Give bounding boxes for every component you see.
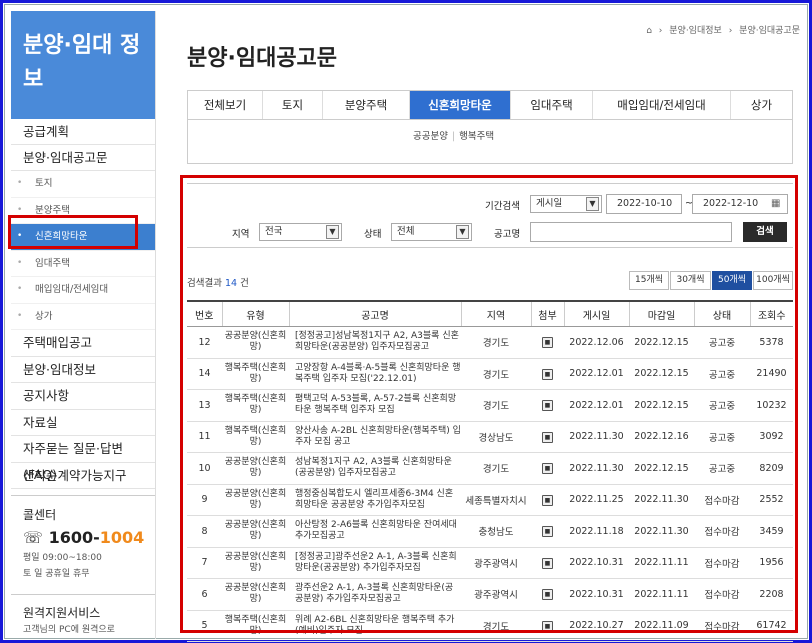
sidebar-subitem-commercial[interactable]: • 상가 bbox=[11, 304, 155, 330]
sidebar-subitem-label: 분양주택 bbox=[35, 204, 70, 216]
call-number-part-b: 1004 bbox=[99, 528, 145, 547]
sub-tabs-list: 공공분양 | 행복주택 bbox=[413, 128, 494, 142]
sidebar-item-first-come[interactable]: 선착순계약가능지구 bbox=[11, 463, 155, 489]
sidebar-hero: 분양·임대 정보 bbox=[11, 11, 155, 119]
sidebar-subitem-purchase-rental[interactable]: • 매입임대/전세임대 bbox=[11, 277, 155, 304]
breadcrumb-item[interactable]: 분양·임대공고문 bbox=[739, 26, 800, 36]
bullet-icon: • bbox=[17, 284, 23, 294]
call-center-title: 콜센터 bbox=[23, 508, 57, 522]
call-number-part-a: 1600- bbox=[48, 528, 100, 547]
tab-rental-housing[interactable]: 임대주택 bbox=[511, 91, 593, 119]
sidebar: 분양·임대 정보 공급계획 분양·임대공고문 • 토지 • 분양주택 • 신혼희망타운… bbox=[11, 11, 156, 639]
call-center: 콜센터 ☏ 1600-1004 평일 09:00~18:00 토 일 공휴일 휴… bbox=[11, 495, 155, 582]
tab-purchase-rental[interactable]: 매입임대/전세임대 bbox=[593, 91, 731, 119]
tab-newlywed-town[interactable]: 신혼희망타운 bbox=[410, 91, 511, 119]
sidebar-subitem-label: 임대주택 bbox=[35, 257, 70, 269]
call-center-number: ☏ 1600-1004 bbox=[11, 526, 155, 550]
sidebar-item-supply-plan[interactable]: 공급계획 bbox=[11, 119, 155, 145]
sub-tabs: 공공분양 | 행복주택 bbox=[187, 120, 793, 164]
remote-support-desc: 고객님의 PC에 원격으로 bbox=[23, 625, 115, 635]
call-center-hours: 평일 09:00~18:00 bbox=[23, 553, 102, 563]
phone-icon: ☏ bbox=[23, 528, 49, 547]
remote-support[interactable]: 원격지원서비스 고객님의 PC에 원격으로 bbox=[11, 594, 155, 637]
page-title: 분양·임대공고문 bbox=[187, 46, 338, 71]
sidebar-item-faq[interactable]: 자주묻는 질문·답변(FAQ) bbox=[11, 436, 155, 482]
sidebar-menu: 공급계획 분양·임대공고문 • 토지 • 분양주택 • 신혼희망타운 • 임대주택 • 매… bbox=[11, 119, 155, 489]
chevron-right-icon: › bbox=[658, 26, 663, 36]
highlight-box-sidebar bbox=[8, 215, 138, 249]
tab-sale-housing[interactable]: 분양주택 bbox=[323, 91, 410, 119]
sidebar-item-notices[interactable]: 공지사항 bbox=[11, 383, 155, 410]
chevron-right-icon: › bbox=[728, 26, 733, 36]
sidebar-subitem-label: 매입임대/전세임대 bbox=[35, 284, 109, 295]
remote-support-title: 원격지원서비스 bbox=[23, 606, 101, 620]
sidebar-title: 분양·임대 정보 bbox=[23, 33, 141, 92]
sidebar-subitem-label: 상가 bbox=[35, 310, 53, 322]
subtab-public-sale[interactable]: 공공분양 bbox=[413, 131, 448, 142]
call-center-holiday-note: 토 일 공휴일 휴무 bbox=[23, 569, 90, 579]
bullet-icon: • bbox=[17, 310, 23, 321]
home-icon[interactable]: ⌂ bbox=[646, 26, 652, 36]
tab-all[interactable]: 전체보기 bbox=[188, 91, 263, 119]
subtab-divider: | bbox=[451, 131, 456, 142]
category-tabs: 전체보기 토지 분양주택 신혼희망타운 임대주택 매입임대/전세임대 상가 bbox=[187, 90, 793, 120]
sidebar-item-housing-purchase[interactable]: 주택매입공고 bbox=[11, 330, 155, 357]
sidebar-subitem-rental-housing[interactable]: • 임대주택 bbox=[11, 251, 155, 277]
sidebar-item-sale-info[interactable]: 분양·임대정보 bbox=[11, 357, 155, 383]
sidebar-item-announcements[interactable]: 분양·임대공고문 bbox=[11, 145, 155, 171]
subtab-happy-housing[interactable]: 행복주택 bbox=[459, 131, 494, 142]
bullet-icon: • bbox=[17, 257, 23, 268]
highlight-box-main bbox=[180, 175, 798, 633]
bullet-icon: • bbox=[17, 178, 23, 188]
breadcrumb-item[interactable]: 분양·임대정보 bbox=[669, 26, 722, 36]
tab-commercial[interactable]: 상가 bbox=[731, 91, 792, 119]
sidebar-item-resources[interactable]: 자료실 bbox=[11, 410, 155, 436]
sidebar-subitem-land[interactable]: • 토지 bbox=[11, 171, 155, 198]
tab-land[interactable]: 토지 bbox=[263, 91, 323, 119]
breadcrumb: ⌂ › 분양·임대정보 › 분양·임대공고문 bbox=[642, 23, 800, 36]
sidebar-subitem-label: 토지 bbox=[35, 178, 53, 189]
